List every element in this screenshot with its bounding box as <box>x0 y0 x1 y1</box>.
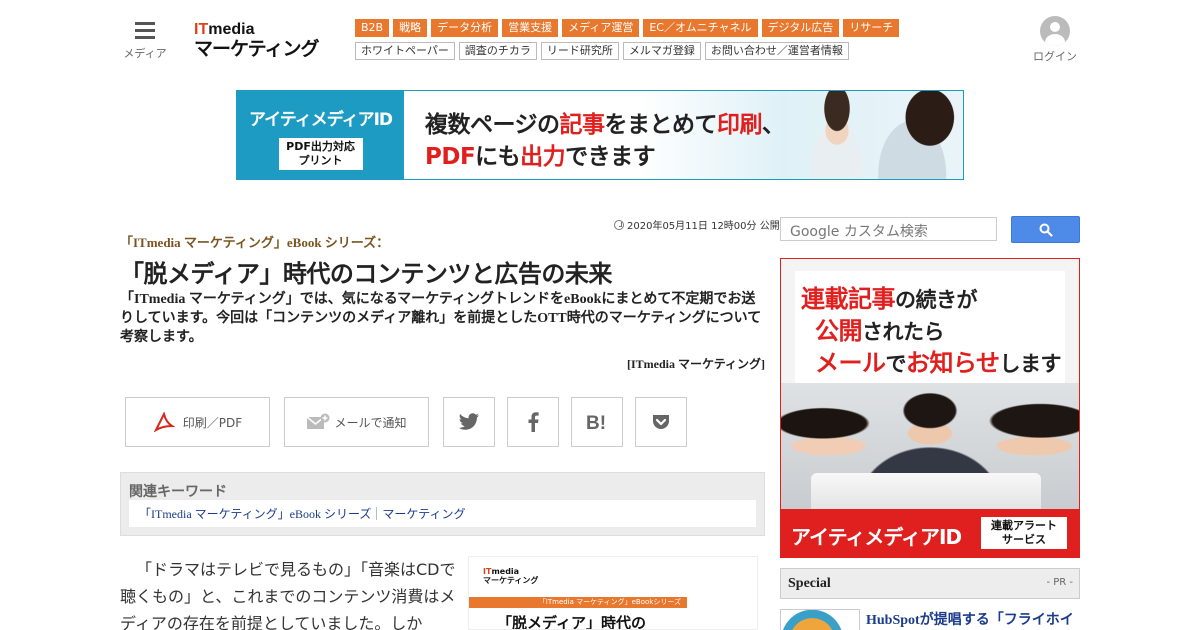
nav-lead-lab[interactable]: リード研究所 <box>540 42 619 60</box>
keywords-heading: 関連キーワード <box>129 484 227 500</box>
ebook-cover-image[interactable]: ITmedia マーケティング 「ITmedia マーケティング」eBookシリー… <box>468 556 758 630</box>
login-label: ログイン <box>1033 50 1077 63</box>
banner-photo-woman <box>797 91 877 179</box>
ad-footer-sub: 連載アラート サービス <box>981 517 1067 549</box>
nav-data-analysis[interactable]: データ分析 <box>431 19 499 37</box>
menu-label: メディア <box>123 47 167 60</box>
pdf-print-banner[interactable]: アイティメディアID PDF出力対応 プリント 複数ページの記事をまとめて印刷、… <box>236 90 964 180</box>
nav-digital-ads[interactable]: デジタル広告 <box>761 19 840 37</box>
logo-marketing: マーケティング <box>194 38 319 60</box>
nav-newsletter[interactable]: メルマガ登録 <box>622 42 701 60</box>
keyword-link[interactable]: 「ITmedia マーケティング」eBook シリーズ <box>139 505 371 522</box>
banner-id-sub: PDF出力対応 プリント <box>278 138 363 170</box>
keyword-separator <box>376 507 378 520</box>
article-byline: [ITmedia マーケティング] <box>626 357 765 371</box>
search-button[interactable] <box>1011 216 1080 243</box>
pocket-save-button[interactable] <box>635 397 687 447</box>
secondary-nav: ホワイトペーパー 調査のチカラ リード研究所 メルマガ登録 お問い合わせ／運営者… <box>355 42 849 60</box>
twitter-icon <box>458 413 479 430</box>
nav-media-ops[interactable]: メディア運営 <box>562 19 640 37</box>
logo-it: IT <box>194 21 209 38</box>
banner-id-block: アイティメディアID PDF出力対応 プリント <box>237 91 404 179</box>
nav-ec-omnichannel[interactable]: EC／オムニチャネル <box>643 19 758 37</box>
facebook-share-button[interactable] <box>507 397 559 447</box>
nav-sales-support[interactable]: 営業支援 <box>502 19 559 37</box>
ad-line2: 公開されたら <box>815 317 945 345</box>
promo-link[interactable]: HubSpotが提唱する「フライホイ <box>866 609 1074 629</box>
pdf-icon <box>153 412 175 432</box>
twitter-share-button[interactable] <box>443 397 495 447</box>
ad-footer-title: アイティメディアID <box>791 525 962 549</box>
article-title: 「脱メディア」時代のコンテンツと広告の未来 <box>120 260 612 288</box>
mail-plus-icon <box>307 413 330 429</box>
series-label[interactable]: 「ITmedia マーケティング」eBook シリーズ： <box>120 232 389 251</box>
nav-strategy[interactable]: 戦略 <box>393 19 428 37</box>
banner-photo-person <box>877 91 963 179</box>
pr-label: - PR - <box>1046 577 1073 588</box>
special-heading: Special <box>788 576 831 591</box>
banner-id-sub-1: PDF出力対応 <box>286 140 355 153</box>
nav-whitepaper[interactable]: ホワイトペーパー <box>355 42 455 60</box>
article-lead: 「ITmedia マーケティング」では、気になるマーケティングトレンドをeBoo… <box>120 292 762 345</box>
nav-research[interactable]: リサーチ <box>843 19 900 37</box>
serial-alert-ad[interactable]: 連載記事の続きが 公開されたら メールでお知らせします アイティメディアID 連… <box>780 258 1080 558</box>
logo-media: media <box>208 21 255 38</box>
ad-line3: メールでお知らせします <box>815 349 1062 377</box>
keywords-list: 「ITmedia マーケティング」eBook シリーズ マーケティング <box>129 500 756 527</box>
nav-contact[interactable]: お問い合わせ／運営者情報 <box>704 42 849 60</box>
menu-button[interactable]: メディア <box>122 22 168 61</box>
promo-thumbnail[interactable] <box>780 609 860 630</box>
special-section-header: Special - PR - <box>780 568 1080 599</box>
facebook-icon <box>528 412 539 432</box>
hamburger-icon <box>135 22 155 39</box>
ad-line1: 連載記事の続きが <box>801 285 978 313</box>
hatena-bookmark-button[interactable]: B! <box>571 397 623 447</box>
print-pdf-button[interactable]: 印刷／PDF <box>125 397 270 447</box>
banner-id-title: アイティメディアID <box>248 110 393 130</box>
user-avatar-icon <box>1040 16 1070 46</box>
search-input[interactable]: Google カスタム検索 <box>780 217 997 241</box>
mail-notify-button[interactable]: メールで通知 <box>284 397 429 447</box>
clock-icon <box>614 220 624 230</box>
login-button[interactable]: ログイン <box>1030 16 1080 64</box>
ebook-series-bar: 「ITmedia マーケティング」eBookシリーズ <box>469 597 687 608</box>
related-keywords: 関連キーワード 「ITmedia マーケティング」eBook シリーズ マーケテ… <box>120 472 765 536</box>
banner-id-sub-2: プリント <box>298 154 343 167</box>
banner-message-line2: PDFにも出力できます <box>425 144 656 170</box>
search-placeholder: Google カスタム検索 <box>790 224 928 240</box>
publish-date: 2020年05月11日 12時00分 公開 <box>614 217 780 232</box>
pocket-icon <box>653 415 669 429</box>
body-paragraph: 「ドラマはテレビで見るもの」「音楽はCDで聴くもの」と、これまでのコンテンツ消費… <box>120 560 456 630</box>
banner-message-line1: 複数ページの記事をまとめて印刷、 <box>425 112 785 138</box>
keyword-link[interactable]: マーケティング <box>382 505 465 522</box>
ebook-logo: ITmedia マーケティング <box>483 567 539 585</box>
ad-photo-laptop <box>811 473 1041 511</box>
article-body: 「ドラマはテレビで見るもの」「音楽はCDで聴くもの」と、これまでのコンテンツ消費… <box>120 556 460 630</box>
primary-nav: B2B 戦略 データ分析 営業支援 メディア運営 EC／オムニチャネル デジタル… <box>355 19 900 37</box>
nav-survey[interactable]: 調査のチカラ <box>458 42 537 60</box>
ad-footer: アイティメディアID 連載アラート サービス <box>781 509 1079 557</box>
nav-b2b[interactable]: B2B <box>355 19 390 37</box>
ebook-title: 「脱メディア」時代の <box>497 614 646 630</box>
site-logo[interactable]: ITmedia マーケティング <box>194 21 329 61</box>
search-icon <box>1039 223 1053 237</box>
svg-text:B!: B! <box>586 413 606 432</box>
hatena-bookmark-icon: B! <box>586 413 606 432</box>
